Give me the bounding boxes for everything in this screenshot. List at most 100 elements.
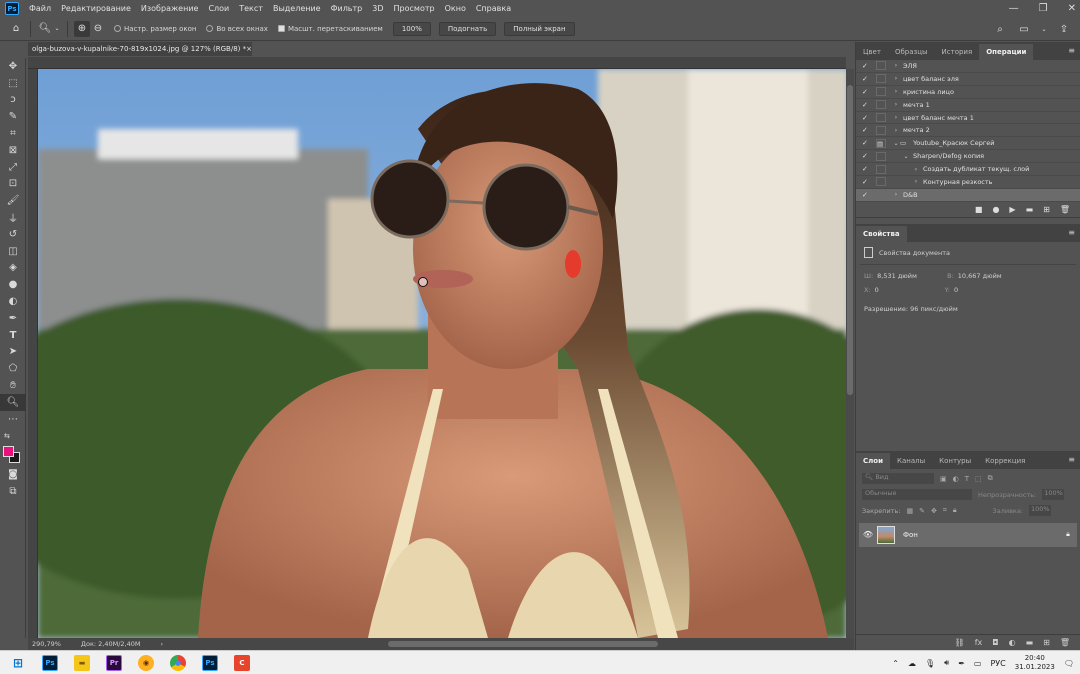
restore-icon[interactable]: ❐ [1039,3,1048,14]
screen-mode-icon[interactable]: ⧉ [0,483,26,500]
smart-object-filter-icon[interactable]: ⧉ [988,474,993,483]
eyedropper-tool-icon[interactable]: ⤢ [0,159,26,176]
blur-tool-icon[interactable]: ● [0,276,26,293]
fit-screen-button[interactable]: Подогнать [438,21,497,36]
opacity-input[interactable]: 100% [1042,489,1065,501]
zoom-level[interactable]: 290,79% [32,640,61,648]
menu-filter[interactable]: Фильтр [331,4,363,13]
menu-select[interactable]: Выделение [273,4,321,13]
stop-icon[interactable]: ■ [975,205,983,214]
expand-arrow-icon[interactable]: › [892,191,900,198]
dialog-toggle-box[interactable] [876,100,886,110]
dialog-toggle-box[interactable] [876,125,886,135]
document-tab[interactable]: olga-buzova-v-kupalnike-70-819x1024.jpg … [28,42,252,56]
close-tab-icon[interactable]: × [246,45,252,53]
document-canvas[interactable] [38,69,846,638]
home-icon[interactable]: ⌂ [8,21,24,37]
lock-pixels-icon[interactable]: ✎ [919,507,925,515]
expand-arrow-icon[interactable]: › [892,62,900,69]
action-toggle-icon[interactable]: ✓ [862,88,872,96]
layer-name[interactable]: Фон [903,531,1059,539]
type-filter-icon[interactable]: T [965,475,969,483]
action-toggle-icon[interactable]: ✓ [862,114,872,122]
zoom-in-icon[interactable]: ⊕ [74,20,90,37]
action-toggle-icon[interactable]: ✓ [862,126,872,134]
menu-text[interactable]: Текст [239,4,263,13]
shape-tool-icon[interactable]: ⬠ [0,360,26,377]
paint-bucket-tool-icon[interactable]: ◈ [0,260,26,277]
shape-filter-icon[interactable]: ⬚ [975,475,982,483]
minimize-icon[interactable]: — [1009,3,1019,14]
photoshop-taskbar-icon[interactable]: Ps [42,654,58,671]
height-value[interactable]: 10,667 дюйм [958,272,1002,280]
layer-style-icon[interactable]: fx [975,638,983,647]
width-value[interactable]: 8,531 дюйм [877,272,947,280]
lock-transparent-icon[interactable]: ▦ [906,507,913,515]
expand-arrow-icon[interactable]: › [912,178,920,185]
quick-select-tool-icon[interactable]: ✎ [0,108,26,125]
quick-mask-icon[interactable]: ◙ [0,466,26,483]
app-red-icon[interactable]: C [234,654,250,671]
new-layer-icon[interactable]: ⊞ [1043,638,1050,647]
action-row[interactable]: ✓ › цвет баланс мечта 1 [856,112,1080,125]
pixel-filter-icon[interactable]: ▣ [940,475,947,483]
chevron-down-icon[interactable]: ⌄ [1040,21,1048,37]
frame-tool-icon[interactable]: ⊠ [0,142,26,159]
play-icon[interactable]: ▶ [1009,205,1015,214]
dialog-toggle-box[interactable] [876,113,886,122]
dialog-toggle-box[interactable] [876,74,886,84]
scrubby-zoom-checkbox[interactable]: Масшт. перетаскиванием [277,25,383,33]
visibility-eye-icon[interactable]: 👁︎ [859,530,877,539]
action-toggle-icon[interactable]: ✓ [862,62,872,70]
dialog-toggle-box[interactable] [876,87,886,97]
panel-menu-icon[interactable]: ≡ [1068,455,1075,464]
dodge-tool-icon[interactable]: ◐ [0,293,26,310]
menu-window[interactable]: Окно [445,4,466,13]
windows-start-icon[interactable]: ⊞ [10,655,26,671]
action-row[interactable]: ✓ › кристина лицо [856,86,1080,99]
chevron-down-icon[interactable]: ⌄ [53,21,61,37]
status-menu-icon[interactable]: › [161,640,164,648]
tab-actions[interactable]: Операции [979,44,1034,60]
action-toggle-icon[interactable]: ✓ [862,191,872,199]
action-row[interactable]: ✓ ⌄ Sharpen/Defog копия [856,150,1080,164]
expand-arrow-icon[interactable]: ⌄ [892,140,900,147]
menu-help[interactable]: Справка [476,4,511,13]
action-toggle-icon[interactable]: ✓ [862,139,872,147]
panel-menu-icon[interactable]: ≡ [1068,46,1075,55]
action-row[interactable]: ✓ › мечта 2 [856,124,1080,138]
zoom-100-button[interactable]: 100% [392,21,431,36]
x-value[interactable]: 0 [875,286,945,294]
menu-view[interactable]: Просмотр [394,4,435,13]
new-set-icon[interactable]: ▬ [1026,205,1034,214]
brush-tool-icon[interactable]: 🖌︎ [0,192,26,209]
all-windows-checkbox[interactable]: Во всех окнах [206,25,268,33]
move-tool-icon[interactable]: ✥ [0,58,26,75]
link-layers-icon[interactable]: ⛓︎ [955,638,965,647]
expand-arrow-icon[interactable]: › [912,166,920,173]
panel-menu-icon[interactable]: ≡ [1068,228,1075,237]
horizontal-scroll-thumb[interactable] [388,641,658,647]
action-row[interactable]: ✓ › D&B [856,188,1080,202]
close-icon[interactable]: ✕ [1068,3,1076,14]
more-tools-icon[interactable]: ⋯ [0,411,26,428]
marquee-tool-icon[interactable]: ⬚ [0,75,26,92]
menu-layers[interactable]: Слои [208,4,229,13]
blend-mode-select[interactable]: Обычные [862,489,972,501]
zoom-tool-preset-icon[interactable]: 🔍︎ [37,21,53,37]
tab-channels[interactable]: Каналы [890,453,932,469]
expand-arrow-icon[interactable]: › [892,75,900,82]
chevron-up-icon[interactable]: ⌃ [892,659,899,668]
lasso-tool-icon[interactable]: ↄ [0,92,26,109]
dialog-toggle-box[interactable]: ▤ [876,138,886,148]
action-row[interactable]: ✓ › мечта 1 [856,99,1080,112]
pen-tool-icon[interactable]: ✒ [0,310,26,327]
adjustment-layer-icon[interactable]: ◐ [1009,638,1016,647]
tab-adjustments[interactable]: Коррекция [978,453,1032,469]
clock[interactable]: 20:40 31.01.2023 [1015,654,1055,672]
dialog-toggle-box[interactable] [876,190,886,200]
history-brush-tool-icon[interactable]: ↺ [0,226,26,243]
path-select-tool-icon[interactable]: ➤ [0,344,26,361]
layer-mask-icon[interactable]: ◘ [992,638,998,647]
zoom-out-icon[interactable]: ⊖ [90,21,106,37]
